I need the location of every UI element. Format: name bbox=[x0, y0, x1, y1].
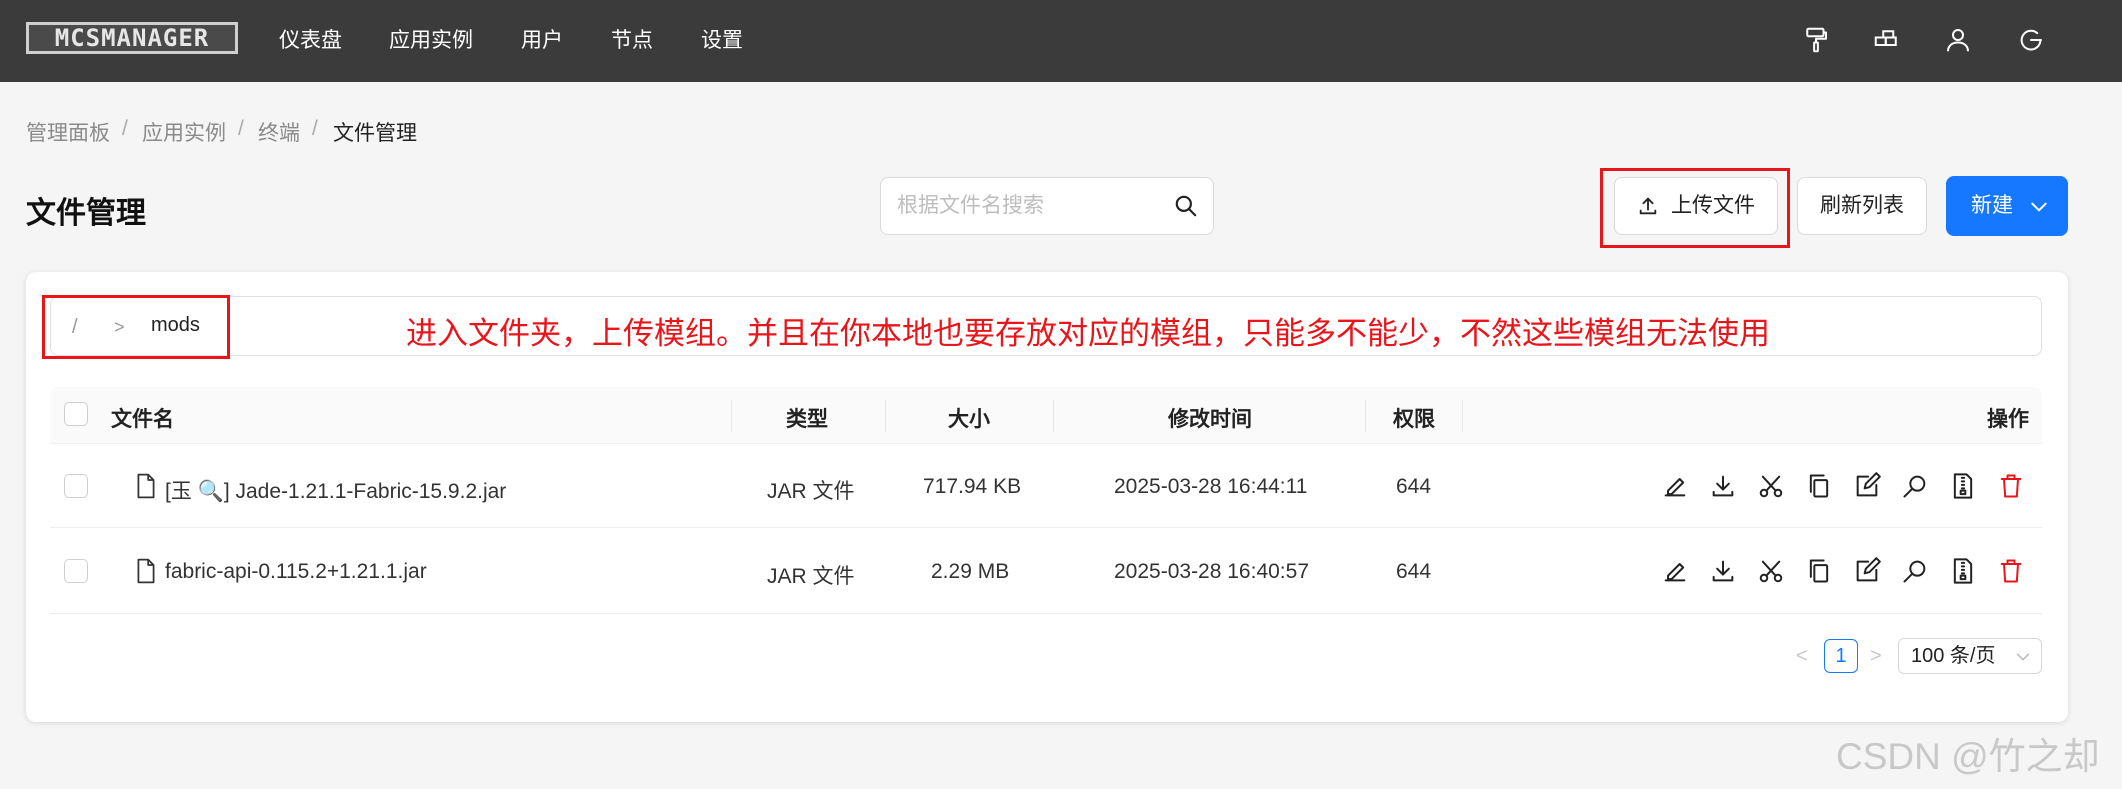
breadcrumb-separator: / bbox=[238, 117, 244, 140]
upload-highlight-box bbox=[1600, 168, 1790, 248]
column-header-permission: 权限 bbox=[1393, 408, 1435, 431]
copy-icon[interactable] bbox=[1805, 557, 1833, 585]
nav-settings[interactable]: 设置 bbox=[701, 0, 743, 82]
file-permission: 644 bbox=[1396, 560, 1432, 583]
edit-icon[interactable] bbox=[1853, 472, 1881, 500]
download-icon[interactable] bbox=[1709, 472, 1737, 500]
search-input[interactable] bbox=[897, 190, 1167, 222]
nav-nodes[interactable]: 节点 bbox=[611, 0, 653, 82]
column-header-modified: 修改时间 bbox=[1168, 408, 1252, 431]
column-header-type: 类型 bbox=[786, 408, 828, 431]
file-size: 2.29 MB bbox=[931, 560, 1010, 583]
nav-instances[interactable]: 应用实例 bbox=[389, 0, 473, 82]
cut-icon[interactable] bbox=[1757, 472, 1785, 500]
chevron-down-icon bbox=[2016, 653, 2030, 661]
file-icon bbox=[137, 473, 155, 499]
page-size-select[interactable]: 100 条/页 bbox=[1898, 638, 2042, 674]
file-name[interactable]: fabric-api-0.115.2+1.21.1.jar bbox=[165, 560, 427, 584]
copy-icon[interactable] bbox=[1805, 472, 1833, 500]
search-icon[interactable] bbox=[1901, 472, 1929, 500]
delete-icon[interactable] bbox=[1997, 557, 2025, 585]
next-page-button[interactable]: > bbox=[1870, 645, 1882, 668]
column-divider bbox=[731, 400, 732, 432]
search-box bbox=[880, 177, 1214, 235]
breadcrumb-separator: / bbox=[122, 117, 128, 140]
breadcrumb-instances[interactable]: 应用实例 bbox=[142, 117, 226, 147]
row-checkbox[interactable] bbox=[64, 559, 88, 583]
prev-page-button[interactable]: < bbox=[1796, 645, 1808, 668]
column-divider bbox=[885, 400, 886, 432]
edit-icon[interactable] bbox=[1853, 557, 1881, 585]
column-header-name: 文件名 bbox=[111, 408, 174, 431]
rename-icon[interactable] bbox=[1661, 472, 1689, 500]
breadcrumb-file-manager: 文件管理 bbox=[333, 122, 417, 145]
path-highlight-box bbox=[42, 295, 230, 359]
archive-icon[interactable] bbox=[1949, 557, 1977, 585]
page-number-current[interactable]: 1 bbox=[1824, 639, 1858, 673]
delete-icon[interactable] bbox=[1997, 472, 2025, 500]
download-icon[interactable] bbox=[1709, 557, 1737, 585]
watermark-text: CSDN @竹之却 bbox=[1836, 736, 2100, 777]
cut-icon[interactable] bbox=[1757, 557, 1785, 585]
file-name[interactable]: [玉 🔍] Jade-1.21.1-Fabric-15.9.2.jar bbox=[165, 475, 506, 505]
breadcrumb-dashboard[interactable]: 管理面板 bbox=[26, 117, 110, 147]
column-divider bbox=[1462, 400, 1463, 432]
logout-icon[interactable] bbox=[2016, 25, 2046, 55]
column-divider bbox=[1053, 400, 1054, 432]
file-modified-time: 2025-03-28 16:44:11 bbox=[1114, 475, 1308, 498]
column-divider bbox=[1365, 400, 1366, 432]
file-permission: 644 bbox=[1396, 475, 1432, 498]
chevron-down-icon bbox=[2031, 202, 2047, 212]
annotation-text: 进入文件夹，上传模组。并且在你本地也要存放对应的模组，只能多不能少，不然这些模组… bbox=[406, 316, 1770, 351]
nav-users[interactable]: 用户 bbox=[521, 0, 563, 82]
archive-icon[interactable] bbox=[1949, 472, 1977, 500]
app-logo[interactable]: MCSMANAGER bbox=[26, 22, 238, 54]
refresh-list-button[interactable]: 刷新列表 bbox=[1797, 177, 1927, 235]
file-size: 717.94 KB bbox=[923, 475, 1022, 498]
row-checkbox[interactable] bbox=[64, 474, 88, 498]
breadcrumb-separator: / bbox=[312, 117, 318, 140]
layout-icon[interactable] bbox=[1872, 25, 1902, 55]
file-icon bbox=[137, 558, 155, 584]
file-modified-time: 2025-03-28 16:40:57 bbox=[1114, 560, 1309, 583]
new-label: 新建 bbox=[1971, 194, 2013, 217]
user-icon[interactable] bbox=[1943, 25, 1973, 55]
row-divider bbox=[50, 527, 2042, 528]
rename-icon[interactable] bbox=[1661, 557, 1689, 585]
row-divider bbox=[50, 613, 2042, 614]
search-icon[interactable] bbox=[1173, 193, 1199, 219]
file-type: JAR 文件 bbox=[767, 565, 855, 588]
nav-dashboard[interactable]: 仪表盘 bbox=[279, 0, 342, 82]
search-icon[interactable] bbox=[1901, 557, 1929, 585]
breadcrumb-terminal[interactable]: 终端 bbox=[258, 117, 300, 147]
new-button[interactable]: 新建 bbox=[1946, 176, 2068, 236]
page-title: 文件管理 bbox=[26, 197, 146, 230]
table-header bbox=[50, 387, 2042, 444]
column-header-actions: 操作 bbox=[1987, 408, 2029, 431]
file-type: JAR 文件 bbox=[767, 480, 855, 503]
paint-roller-icon[interactable] bbox=[1801, 25, 1831, 55]
select-all-checkbox[interactable] bbox=[64, 402, 88, 426]
column-header-size: 大小 bbox=[948, 408, 990, 431]
page-size-label: 100 条/页 bbox=[1911, 645, 1996, 667]
